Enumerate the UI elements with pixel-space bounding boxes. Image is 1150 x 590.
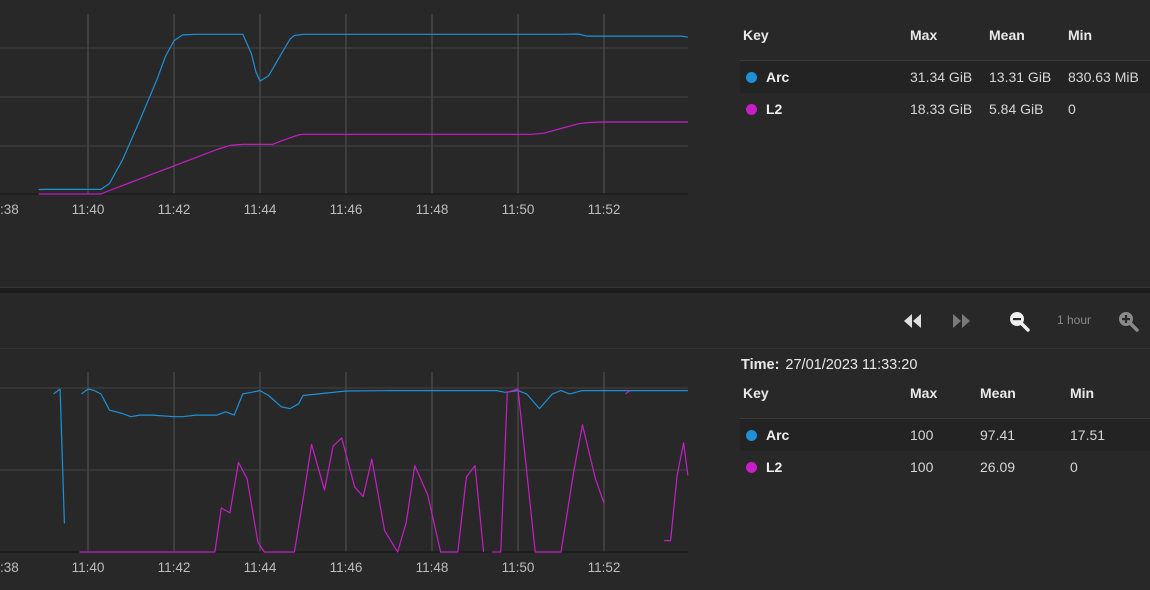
l2-series-line xyxy=(38,121,688,195)
legend-mean-value: 97.41 xyxy=(980,427,1016,443)
zoom-out-icon[interactable] xyxy=(1007,311,1031,332)
x-tick-label: 11:52 xyxy=(588,202,621,217)
chart2-legend: Key Max Mean Min Arc 100 97.41 17.51 L2 … xyxy=(740,385,1150,483)
x-tick-label: 11:46 xyxy=(330,202,363,217)
legend-header-max: Max xyxy=(910,385,938,401)
arc-series-line xyxy=(38,33,689,191)
legend-series-name: Arc xyxy=(766,69,790,85)
time-readout: Time: 27/01/2023 11:33:20 xyxy=(741,357,917,373)
legend-max-value: 100 xyxy=(910,459,934,475)
hit-ratio-chart: :38 11:40 11:42 11:44 11:46 11:48 11:50 11:52 xyxy=(0,372,689,575)
x-tick-label: :38 xyxy=(0,560,19,575)
x-tick-label: 11:40 xyxy=(72,560,105,575)
legend-max-value: 31.34 GiB xyxy=(910,69,973,85)
time-value: 27/01/2023 11:33:20 xyxy=(785,357,918,373)
legend-min-value: 830.63 MiB xyxy=(1068,69,1139,85)
x-tick-label: 11:44 xyxy=(244,202,277,217)
legend-row-arc[interactable]: Arc 31.34 GiB 13.31 GiB 830.63 MiB xyxy=(740,61,1150,93)
x-tick-label: 11:42 xyxy=(158,560,191,575)
x-tick-label: 11:50 xyxy=(502,560,535,575)
legend-header: Key Max Mean Min xyxy=(740,27,1150,61)
legend-min-value: 0 xyxy=(1070,459,1078,475)
x-tick-label: 11:50 xyxy=(502,202,535,217)
arc-series-line xyxy=(53,388,61,395)
l2-series-line xyxy=(664,442,689,542)
x-tick-label: 11:46 xyxy=(330,560,363,575)
legend-max-value: 18.33 GiB xyxy=(910,101,973,117)
legend-series-name: L2 xyxy=(766,101,783,117)
memory-chart-panel: :38 11:40 11:42 11:44 11:46 11:48 11:50 11:52 K… xyxy=(0,0,1150,287)
legend-min-value: 0 xyxy=(1068,101,1076,117)
legend-series-name: Arc xyxy=(766,427,790,443)
legend-header: Key Max Mean Min xyxy=(740,385,1150,419)
time-navigation-toolbar xyxy=(0,311,1150,332)
legend-mean-value: 5.84 GiB xyxy=(989,101,1044,117)
legend-header-mean: Mean xyxy=(989,27,1025,43)
zoom-in-icon[interactable] xyxy=(1116,311,1140,332)
arc-series-line xyxy=(59,388,65,524)
legend-mean-value: 13.31 GiB xyxy=(989,69,1052,85)
rewind-icon[interactable] xyxy=(900,311,924,331)
l2-color-dot xyxy=(746,104,757,115)
legend-row-l2[interactable]: L2 18.33 GiB 5.84 GiB 0 xyxy=(740,93,1150,125)
toolbar-separator xyxy=(0,348,1150,349)
arc-size-chart: :38 11:40 11:42 11:44 11:46 11:48 11:50 11:52 xyxy=(0,14,689,217)
x-tick-label: 11:40 xyxy=(72,202,105,217)
legend-mean-value: 26.09 xyxy=(980,459,1016,475)
legend-header-mean: Mean xyxy=(980,385,1016,401)
x-tick-label: 11:52 xyxy=(588,560,621,575)
legend-header-min: Min xyxy=(1068,27,1093,43)
arc-color-dot xyxy=(746,72,757,83)
x-tick-label: 11:44 xyxy=(244,560,277,575)
l2-series-line xyxy=(79,437,485,553)
fast-forward-icon[interactable] xyxy=(950,311,974,331)
l2-color-dot xyxy=(746,462,757,473)
legend-max-value: 100 xyxy=(910,427,934,443)
arc-series-line xyxy=(81,388,688,418)
x-tick-label: 11:48 xyxy=(416,560,449,575)
legend-header-key: Key xyxy=(743,27,769,43)
legend-row-l2[interactable]: L2 100 26.09 0 xyxy=(740,451,1150,483)
chart1-legend: Key Max Mean Min Arc 31.34 GiB 13.31 GiB… xyxy=(740,27,1150,125)
legend-header-max: Max xyxy=(910,27,938,43)
legend-header-key: Key xyxy=(743,385,769,401)
legend-min-value: 17.51 xyxy=(1070,427,1106,443)
x-tick-label: 11:48 xyxy=(416,202,449,217)
legend-row-arc[interactable]: Arc 100 97.41 17.51 xyxy=(740,419,1150,451)
x-tick-label: 11:42 xyxy=(158,202,191,217)
panel-divider xyxy=(0,287,1150,293)
time-label: Time: xyxy=(741,357,780,373)
x-tick-label: :38 xyxy=(0,202,19,217)
arc-color-dot xyxy=(746,430,757,441)
legend-header-min: Min xyxy=(1070,385,1095,401)
time-range-label: 1 hour xyxy=(1057,313,1092,327)
legend-series-name: L2 xyxy=(766,459,783,475)
